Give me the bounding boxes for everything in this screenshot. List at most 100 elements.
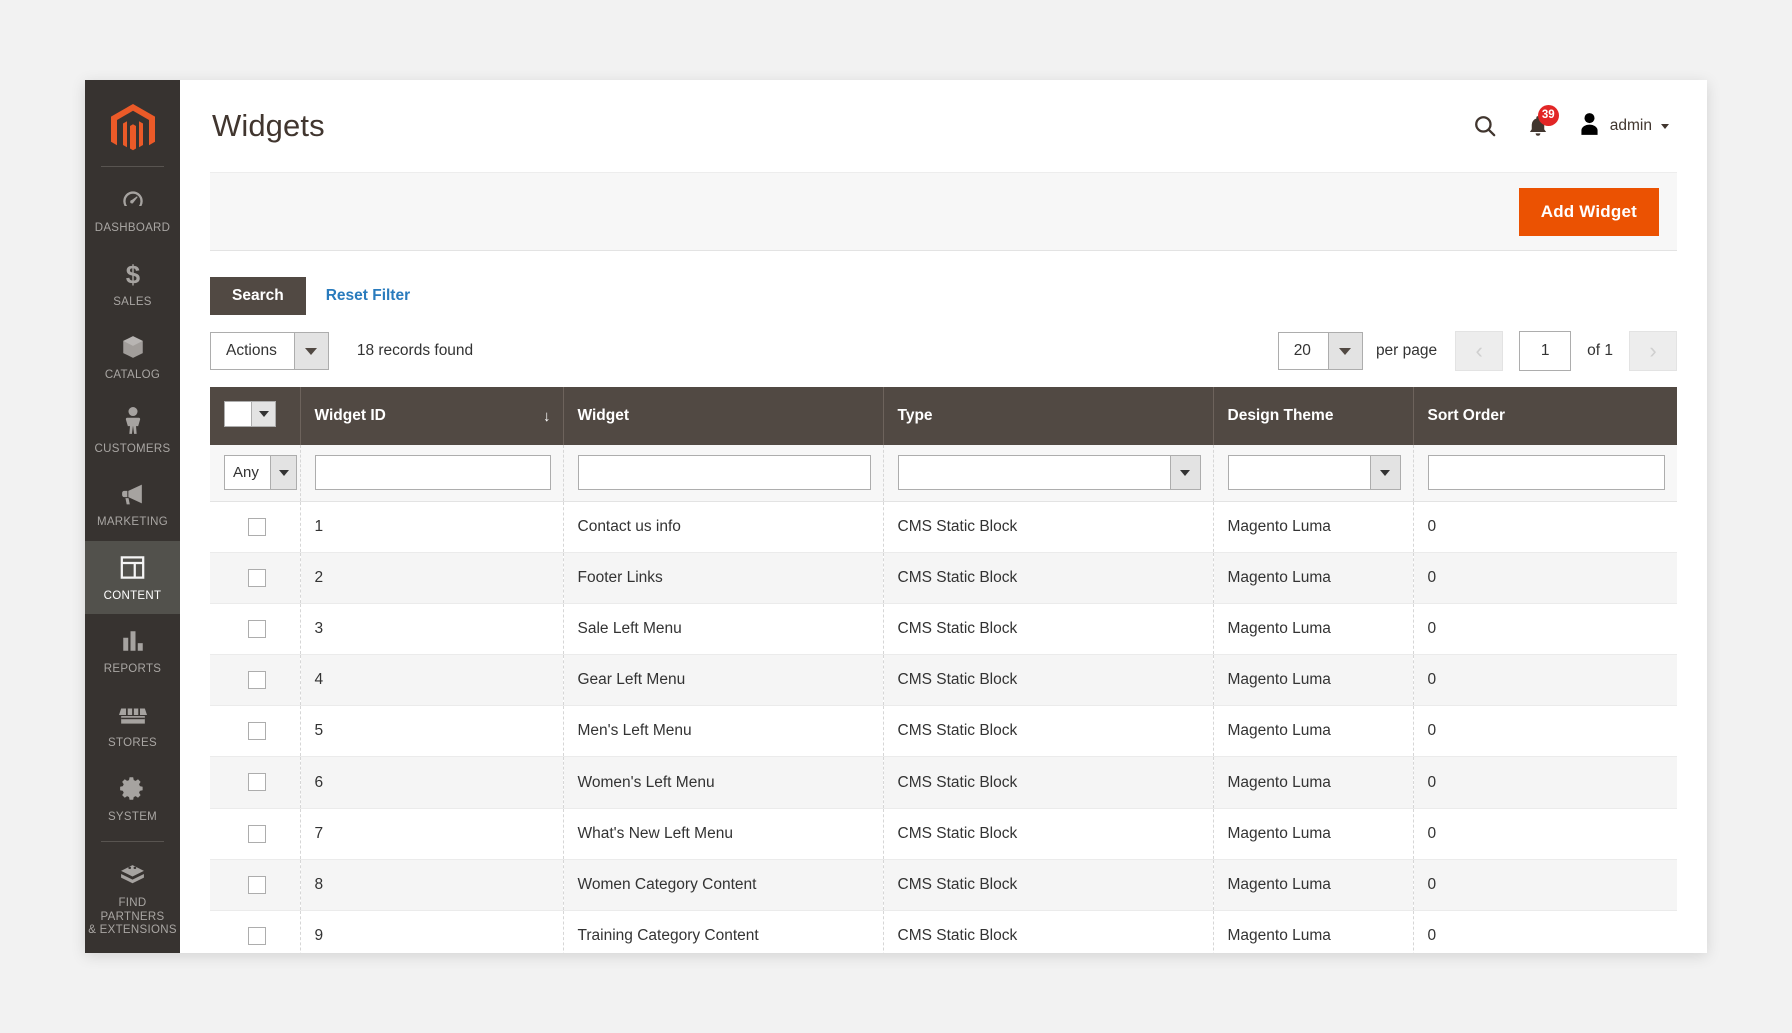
dollar-icon: $ [118, 259, 148, 289]
admin-window: DASHBOARD $ SALES CATALOG CUSTOMERS MARK… [85, 80, 1707, 953]
gear-icon [118, 774, 148, 804]
sidebar-item-reports[interactable]: REPORTS [85, 614, 180, 688]
row-checkbox[interactable] [248, 773, 266, 792]
notifications-badge: 39 [1537, 104, 1559, 126]
sidebar-item-stores[interactable]: STORES [85, 688, 180, 762]
cell-design-theme: Magento Luma [1213, 603, 1414, 656]
filter-select-any[interactable]: Any [224, 455, 297, 490]
table-row[interactable]: 4 Gear Left Menu CMS Static Block Magento L… [210, 654, 1677, 707]
cell-type: CMS Static Block [883, 910, 1214, 953]
row-checkbox[interactable] [248, 671, 266, 690]
cell-type: CMS Static Block [883, 552, 1214, 605]
cell-widget: Footer Links [563, 552, 884, 605]
table-row[interactable]: 1 Contact us info CMS Static Block Magento … [210, 501, 1677, 554]
cell-design-theme: Magento Luma [1213, 501, 1414, 554]
actions-dropdown-label: Actions [226, 342, 277, 359]
column-header-design-theme[interactable]: Design Theme [1213, 387, 1414, 445]
cell-widget-id: 5 [300, 705, 564, 758]
row-checkbox[interactable] [248, 722, 266, 741]
storefront-icon [118, 700, 148, 730]
cell-type: CMS Static Block [883, 654, 1214, 707]
filter-cell-widget [563, 445, 884, 502]
row-checkbox[interactable] [248, 824, 266, 843]
filter-select-type-value [899, 456, 1170, 489]
table-row[interactable]: 3 Sale Left Menu CMS Static Block Magento L… [210, 603, 1677, 656]
admin-user-menu[interactable]: admin [1578, 112, 1669, 141]
sidebar-item-label: REPORTS [103, 663, 162, 676]
sidebar-item-sales[interactable]: $ SALES [85, 247, 180, 321]
sidebar-item-catalog[interactable]: CATALOG [85, 320, 180, 394]
select-all-checkbox[interactable] [225, 402, 251, 426]
sidebar-item-label: STORES [108, 736, 157, 749]
chevron-down-icon [293, 333, 328, 369]
chevron-right-icon[interactable]: › [1629, 331, 1677, 371]
row-checkbox[interactable] [248, 926, 266, 945]
filter-select-design-theme-value [1229, 456, 1370, 489]
table-row[interactable]: 2 Footer Links CMS Static Block Magento Lum… [210, 552, 1677, 605]
select-all-dropdown[interactable] [224, 401, 276, 427]
table-row[interactable]: 7 What's New Left Menu CMS Static Block Mag… [210, 808, 1677, 860]
add-widget-button[interactable]: Add Widget [1518, 187, 1659, 236]
table-row[interactable]: 8 Women Category Content CMS Static Block M… [210, 859, 1677, 911]
cell-widget: Training Category Content [563, 910, 884, 953]
row-checkbox[interactable] [248, 620, 266, 639]
reset-filter-link[interactable]: Reset Filter [326, 287, 410, 305]
header-actions: 39 admin [1472, 104, 1669, 141]
cell-sort-order: 0 [1413, 603, 1677, 656]
column-header-checkbox [210, 387, 301, 445]
sidebar-item-find-partners-extensions[interactable]: FIND PARTNERS & EXTENSIONS [85, 848, 180, 949]
row-checkbox-cell [210, 501, 301, 554]
notifications-bell-icon[interactable]: 39 [1526, 104, 1559, 139]
sidebar-item-marketing[interactable]: MARKETING [85, 467, 180, 541]
grid-body: 1 Contact us info CMS Static Block Magento … [210, 501, 1677, 953]
per-page-value: 20 [1293, 342, 1311, 359]
table-row[interactable]: 9 Training Category Content CMS Static Blo… [210, 910, 1677, 953]
cell-widget-id: 8 [300, 859, 564, 911]
column-header-label: Widget [577, 407, 630, 424]
sidebar-item-dashboard[interactable]: DASHBOARD [85, 173, 180, 247]
row-checkbox[interactable] [248, 875, 266, 894]
column-header-widget-id[interactable]: Widget ID ↓ [300, 387, 564, 445]
search-button[interactable]: Search [210, 277, 306, 315]
filter-cell-sort-order [1413, 445, 1677, 502]
sidebar: DASHBOARD $ SALES CATALOG CUSTOMERS MARK… [85, 80, 180, 953]
widgets-grid: Widget ID ↓ Widget Type Design Theme Sor… [210, 387, 1677, 953]
magento-logo[interactable] [85, 90, 180, 166]
page-number-input[interactable] [1519, 331, 1572, 371]
cell-sort-order: 0 [1413, 910, 1677, 953]
extension-icon [118, 860, 148, 890]
sidebar-item-label: DASHBOARD [94, 222, 171, 234]
cell-widget: Gear Left Menu [563, 654, 884, 707]
row-checkbox-cell [210, 705, 301, 758]
filter-input-sort-order[interactable] [1427, 455, 1665, 490]
chevron-left-icon[interactable]: ‹ [1455, 331, 1504, 371]
column-header-sort-order[interactable]: Sort Order [1413, 387, 1677, 445]
cell-design-theme: Magento Luma [1213, 756, 1414, 809]
row-checkbox[interactable] [248, 518, 266, 536]
cell-sort-order: 0 [1413, 705, 1677, 758]
sidebar-item-system[interactable]: SYSTEM [85, 762, 180, 836]
filter-select-type[interactable] [897, 455, 1201, 490]
sidebar-item-customers[interactable]: CUSTOMERS [85, 394, 180, 468]
page-header: Widgets 39 admin [180, 80, 1707, 172]
table-row[interactable]: 5 Men's Left Menu CMS Static Block Magento … [210, 705, 1677, 758]
column-header-type[interactable]: Type [883, 387, 1214, 445]
cell-design-theme: Magento Luma [1213, 705, 1414, 758]
row-checkbox[interactable] [248, 569, 266, 588]
table-row[interactable]: 6 Women's Left Menu CMS Static Block Magent… [210, 756, 1677, 809]
search-icon[interactable] [1472, 113, 1498, 139]
grid-toolbar-row: Actions 18 records found 20 per page ‹ o… [210, 331, 1677, 371]
sidebar-item-label: FIND PARTNERS & EXTENSIONS [88, 897, 177, 937]
filter-select-design-theme[interactable] [1227, 455, 1401, 490]
per-page-dropdown[interactable]: 20 [1277, 332, 1363, 370]
sidebar-item-content[interactable]: CONTENT [85, 540, 180, 615]
column-header-widget[interactable]: Widget [563, 387, 884, 445]
cell-widget-id: 6 [300, 756, 564, 809]
filter-input-widget[interactable] [577, 455, 871, 490]
actions-dropdown[interactable]: Actions [210, 332, 329, 370]
user-icon [1578, 112, 1601, 141]
filter-cell-widget-id [300, 445, 564, 502]
sidebar-item-label: SALES [113, 295, 152, 308]
filter-input-widget-id[interactable] [314, 455, 551, 490]
filter-select-any-value: Any [233, 464, 259, 481]
